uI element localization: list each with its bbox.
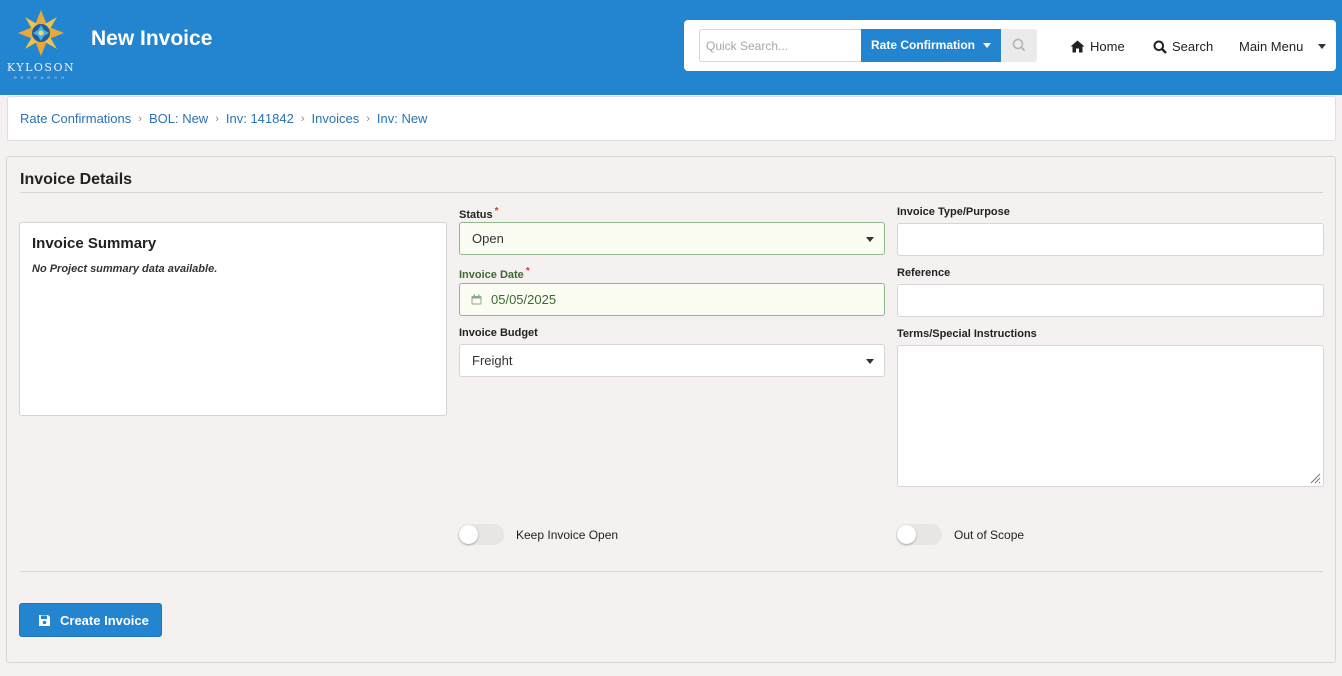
out-of-scope-toggle[interactable] <box>896 524 942 545</box>
kyloson-logo[interactable]: KYLOSON RESEARCH <box>5 8 77 84</box>
panel-title: Invoice Details <box>20 171 133 188</box>
main-menu-label: Main Menu <box>1239 39 1304 54</box>
chevron-right-icon: › <box>138 112 142 125</box>
create-invoice-button[interactable]: Create Invoice <box>19 603 162 637</box>
chevron-right-icon: › <box>215 112 219 125</box>
caret-down-icon <box>1318 44 1327 49</box>
search-icon <box>1012 38 1026 52</box>
nav-search-label: Search <box>1172 39 1214 54</box>
invoice-type-label: Invoice Type/Purpose <box>897 206 1010 218</box>
invoice-details-panel: Invoice Details Invoice Summary No Proje… <box>6 156 1336 663</box>
out-of-scope-label: Out of Scope <box>954 528 1025 542</box>
required-indicator: * <box>525 266 530 277</box>
summary-empty-text: No Project summary data available. <box>32 263 218 275</box>
invoice-type-input[interactable] <box>897 223 1324 256</box>
invoice-date-label: Invoice Date * <box>459 266 530 281</box>
keep-invoice-open-toggle[interactable] <box>458 524 504 545</box>
search-icon <box>1153 40 1167 54</box>
caret-down-icon <box>866 237 874 242</box>
invoice-date-value: 05/05/2025 <box>491 292 557 307</box>
invoice-date-field[interactable]: 05/05/2025 <box>459 283 885 316</box>
nav-search-link[interactable]: Search <box>1153 39 1213 54</box>
invoice-summary-card: Invoice Summary No Project summary data … <box>19 222 447 416</box>
terms-label: Terms/Special Instructions <box>897 328 1037 340</box>
divider <box>20 571 1323 572</box>
chevron-right-icon: › <box>366 112 370 125</box>
invoice-budget-value: Freight <box>472 353 513 368</box>
reference-label: Reference <box>897 267 951 279</box>
breadcrumb-rate-confirmations[interactable]: Rate Confirmations <box>20 111 131 126</box>
caret-down-icon <box>866 359 874 364</box>
breadcrumb-bol-new[interactable]: BOL: New <box>149 111 208 126</box>
main-menu-dropdown[interactable]: Main Menu <box>1239 39 1327 54</box>
search-type-label: Rate Confirmation <box>871 38 976 52</box>
create-invoice-label: Create Invoice <box>60 612 149 628</box>
calendar-icon <box>471 294 482 305</box>
top-navbar: KYLOSON RESEARCH New Invoice Rate Confir… <box>0 0 1342 95</box>
breadcrumb-invoice-141842[interactable]: Inv: 141842 <box>226 111 294 126</box>
logo-emblem-icon <box>18 10 64 56</box>
toggle-knob <box>459 525 478 544</box>
invoice-budget-label: Invoice Budget <box>459 327 538 339</box>
nav-home-label: Home <box>1090 39 1125 54</box>
logo-wordmark: KYLOSON <box>6 61 76 74</box>
breadcrumb-invoice-new[interactable]: Inv: New <box>377 111 428 126</box>
invoice-budget-select[interactable]: Freight <box>459 344 885 377</box>
home-icon <box>1070 40 1085 53</box>
save-icon <box>39 614 50 626</box>
breadcrumb-invoices[interactable]: Invoices <box>312 111 360 126</box>
resize-handle-icon[interactable] <box>1309 472 1321 484</box>
search-type-dropdown[interactable]: Rate Confirmation <box>861 29 1001 62</box>
breadcrumb: Rate Confirmations › BOL: New › Inv: 141… <box>7 96 1336 141</box>
chevron-right-icon: › <box>300 112 305 125</box>
required-indicator: * <box>494 206 499 217</box>
status-label-text: Status <box>459 209 493 221</box>
reference-input[interactable] <box>897 284 1324 317</box>
keep-invoice-open-label: Keep Invoice Open <box>516 528 619 542</box>
terms-textarea[interactable] <box>897 345 1324 487</box>
header-toolbar: Rate Confirmation Home Search Main Menu <box>684 20 1336 71</box>
quick-search-button[interactable] <box>1001 29 1037 62</box>
caret-down-icon <box>983 43 991 48</box>
page-title: New Invoice <box>91 27 213 50</box>
summary-title: Invoice Summary <box>32 235 157 252</box>
status-select[interactable]: Open <box>459 222 885 255</box>
invoice-date-label-text: Invoice Date <box>459 269 524 281</box>
status-label: Status * <box>459 206 499 221</box>
toggle-knob <box>897 525 916 544</box>
quick-search-input[interactable] <box>699 29 861 62</box>
nav-home-link[interactable]: Home <box>1070 39 1125 54</box>
logo-tagline: RESEARCH <box>13 75 69 80</box>
divider <box>20 192 1323 193</box>
status-value: Open <box>472 231 504 246</box>
